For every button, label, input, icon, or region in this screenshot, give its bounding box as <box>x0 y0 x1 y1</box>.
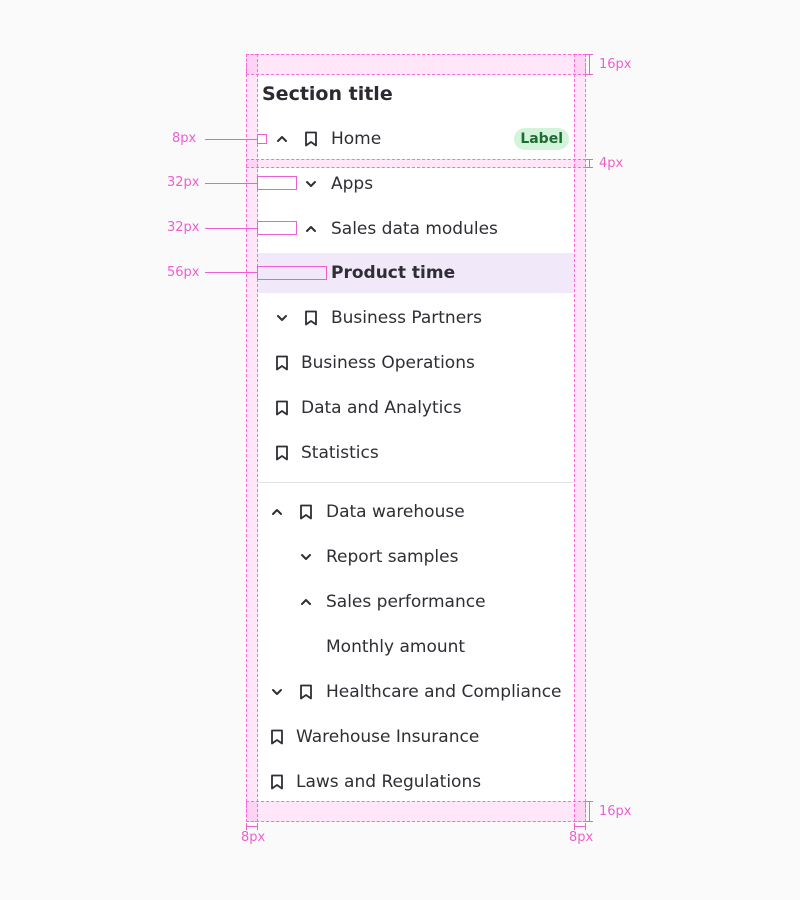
nav-item-data-warehouse[interactable]: Data warehouse <box>258 492 574 532</box>
nav-item-monthly-amount[interactable]: Monthly amount <box>258 627 574 667</box>
spec-bracket-cap <box>574 823 575 830</box>
nav-item-label: Business Partners <box>331 308 483 328</box>
spec-indent-label: 32px <box>167 175 200 190</box>
chevron-up-icon[interactable] <box>303 221 319 237</box>
nav-item-label: Sales performance <box>326 592 486 612</box>
nav-item-label: Healthcare and Compliance <box>326 682 562 702</box>
spec-bracket-cap <box>257 823 258 830</box>
right-padding-area <box>574 54 586 822</box>
section-title: Section title <box>262 83 393 105</box>
spec-bracket-cap <box>586 167 593 168</box>
bookmark-icon <box>276 400 288 416</box>
bookmark-icon <box>305 310 317 326</box>
bookmark-icon <box>276 355 288 371</box>
status-badge: Label <box>514 128 569 150</box>
nav-item-label: Business Operations <box>301 353 475 373</box>
nav-item-business-operations[interactable]: Business Operations <box>258 343 574 383</box>
nav-item-apps[interactable]: Apps <box>258 164 574 204</box>
nav-item-label: Data warehouse <box>326 502 465 522</box>
spec-indent-label: 8px <box>172 131 197 146</box>
bookmark-icon <box>271 774 283 790</box>
spec-bracket-cap <box>586 821 593 822</box>
nav-item-sales-performance[interactable]: Sales performance <box>258 582 574 622</box>
section-divider <box>258 482 574 483</box>
nav-item-label: Warehouse Insurance <box>296 727 480 747</box>
spec-bottom-padding: 16px <box>599 804 632 819</box>
spec-leader-line <box>205 228 257 229</box>
nav-item-statistics[interactable]: Statistics <box>258 433 574 473</box>
nav-item-report-samples[interactable]: Report samples <box>258 537 574 577</box>
nav-item-label: Data and Analytics <box>301 398 462 418</box>
spec-bracket-cap <box>586 159 593 160</box>
spec-leader-line <box>205 139 257 140</box>
spec-leader-line <box>205 183 257 184</box>
spec-bracket-cap <box>585 823 586 830</box>
spec-right-padding: 8px <box>569 830 594 845</box>
nav-item-laws-and-regulations[interactable]: Laws and Regulations <box>258 762 574 802</box>
chevron-down-icon[interactable] <box>298 549 314 565</box>
bookmark-icon <box>276 445 288 461</box>
nav-item-label: Apps <box>331 174 374 194</box>
nav-item-sales-data-modules[interactable]: Sales data modules <box>258 209 574 249</box>
spec-bracket-bottom <box>589 801 590 822</box>
chevron-up-icon[interactable] <box>298 594 314 610</box>
nav-item-home[interactable]: Home Label <box>258 119 574 159</box>
spec-bracket-cap <box>246 823 247 830</box>
bookmark-icon <box>305 131 317 147</box>
nav-item-label: Product time <box>331 263 456 283</box>
chevron-down-icon[interactable] <box>269 684 285 700</box>
chevron-down-icon[interactable] <box>274 310 290 326</box>
chevron-down-icon[interactable] <box>303 176 319 192</box>
spec-leader-line <box>205 272 257 273</box>
bookmark-icon <box>300 504 312 520</box>
nav-item-label: Monthly amount <box>326 637 466 657</box>
nav-item-business-partners[interactable]: Business Partners <box>258 298 574 338</box>
spec-top-padding: 16px <box>599 57 632 72</box>
chevron-up-icon[interactable] <box>274 131 290 147</box>
top-padding-area <box>246 54 586 75</box>
nav-item-label: Laws and Regulations <box>296 772 482 792</box>
nav-item-warehouse-insurance[interactable]: Warehouse Insurance <box>258 717 574 757</box>
spec-indent-box <box>257 176 297 190</box>
content-guide-right <box>574 54 575 822</box>
spec-indent-box <box>257 266 327 280</box>
nav-item-label: Report samples <box>326 547 459 567</box>
nav-item-healthcare-and-compliance[interactable]: Healthcare and Compliance <box>258 672 574 712</box>
chevron-up-icon[interactable] <box>269 504 285 520</box>
spec-indent-box <box>257 134 267 144</box>
bottom-padding-area <box>246 801 586 822</box>
spec-left-padding: 8px <box>241 830 266 845</box>
spec-bracket-cap <box>586 74 593 75</box>
bookmark-icon <box>300 684 312 700</box>
nav-item-label: Sales data modules <box>331 219 498 239</box>
spec-bracket-cap <box>586 54 593 55</box>
nav-item-data-and-analytics[interactable]: Data and Analytics <box>258 388 574 428</box>
nav-item-label: Statistics <box>301 443 379 463</box>
spec-row-gap: 4px <box>599 156 624 171</box>
spec-indent-label: 32px <box>167 220 200 235</box>
spec-bracket-cap <box>586 801 593 802</box>
spec-indent-box <box>257 221 297 235</box>
nav-item-label: Home <box>331 129 382 149</box>
spec-indent-label: 56px <box>167 265 200 280</box>
spec-bracket-top <box>589 54 590 75</box>
bookmark-icon <box>271 729 283 745</box>
